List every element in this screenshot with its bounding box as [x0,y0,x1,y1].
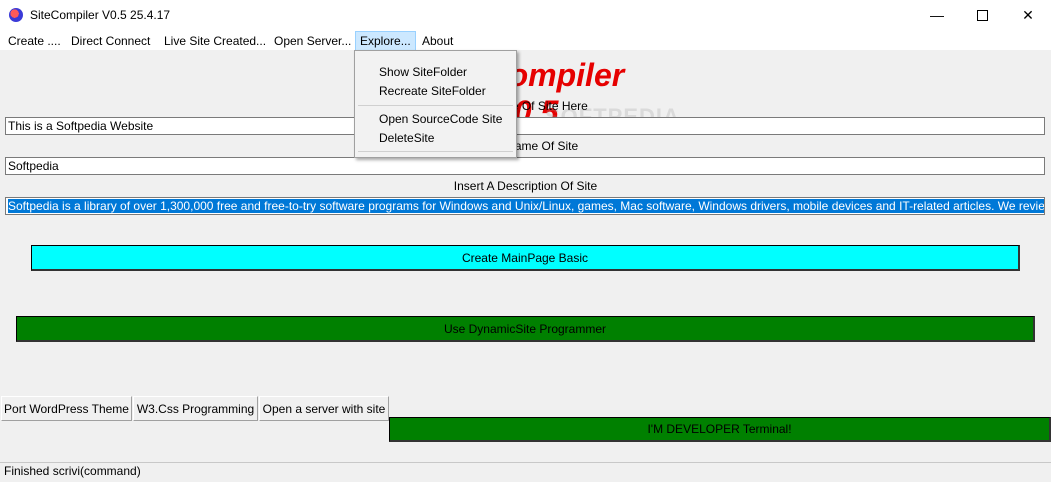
status-text: Finished scrivi(command) [4,464,141,478]
site-description-input[interactable]: Softpedia is a library of over 1,300,000… [5,197,1045,215]
menu-show-sitefolder[interactable]: Show SiteFolder [379,65,467,79]
menu-recreate-sitefolder[interactable]: Recreate SiteFolder [379,84,486,98]
menu-separator [358,151,513,152]
dynamicsite-programmer-button[interactable]: Use DynamicSite Programmer [16,316,1035,342]
menu-bar [0,30,1051,50]
port-wordpress-theme-button[interactable]: Port WordPress Theme [1,396,132,421]
minimize-button[interactable]: — [914,0,960,30]
create-mainpage-basic-button[interactable]: Create MainPage Basic [31,245,1020,271]
open-server-with-site-button[interactable]: Open a server with site [259,396,389,421]
maximize-icon [976,9,988,21]
menu-direct-connect[interactable]: Direct Connect [67,32,154,50]
close-icon: ✕ [1022,6,1034,23]
status-bar [0,462,1051,482]
menu-explore[interactable]: Explore... [355,31,416,51]
window-title: SiteCompiler V0.5 25.4.17 [30,8,171,22]
explore-dropdown-menu: Show SiteFolder Recreate SiteFolder Open… [354,50,517,158]
menu-create[interactable]: Create .... [4,32,65,50]
developer-terminal-button[interactable]: I'M DEVELOPER Terminal! [389,417,1051,442]
description-label: Insert A Description Of Site [453,179,598,193]
menu-about[interactable]: About [418,32,457,50]
menu-deletesite[interactable]: DeleteSite [379,131,434,145]
app-icon [9,8,23,22]
menu-open-sourcecode-site[interactable]: Open SourceCode Site [379,112,502,126]
menu-open-server[interactable]: Open Server... [270,32,355,50]
minimize-icon: — [930,7,944,23]
site-name-input[interactable]: Softpedia [5,157,1045,175]
name-label: Insert Name Of Site [472,139,579,153]
w3css-programming-button[interactable]: W3.Css Programming [133,396,258,421]
menu-separator [358,105,513,106]
description-selected-text: Softpedia is a library of over 1,300,000… [8,199,1044,213]
close-button[interactable]: ✕ [1005,0,1051,30]
title-label: Insert Title Of Site Here [463,99,588,113]
site-title-input[interactable]: This is a Softpedia Website [5,117,1045,135]
maximize-button[interactable] [959,0,1005,30]
menu-live-site-created[interactable]: Live Site Created... [160,32,270,50]
